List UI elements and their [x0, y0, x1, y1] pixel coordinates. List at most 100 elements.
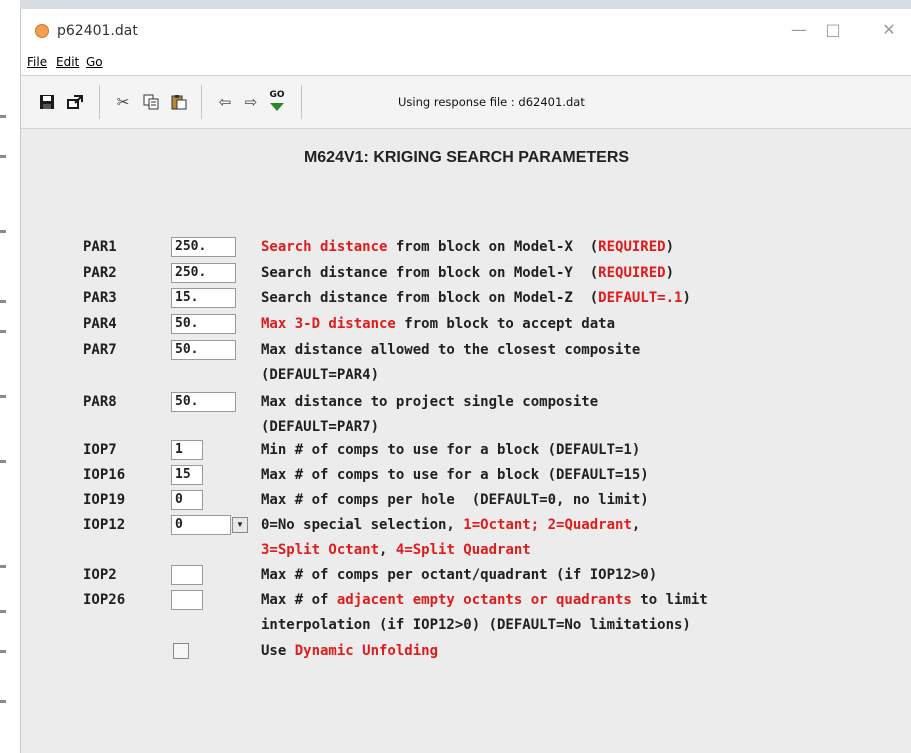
description-segment: Max # of comps per octant/quadrant (if I…: [261, 567, 658, 583]
param-description-par8: Max distance to project single composite: [261, 394, 598, 410]
menu-file[interactable]: File: [27, 55, 47, 69]
description-segment: 3=Split Octant: [261, 542, 380, 558]
description-segment: Min # of comps to use for a block (DEFAU…: [261, 442, 641, 458]
param-description-iop19: Max # of comps per hole (DEFAULT=0, no l…: [261, 492, 649, 508]
description-segment: REQUIRED: [598, 239, 666, 255]
description-segment: ,: [631, 517, 641, 533]
paste-icon[interactable]: [167, 90, 191, 114]
param-input-par8[interactable]: 50.: [171, 392, 236, 412]
param-description-par7: Max distance allowed to the closest comp…: [261, 342, 640, 358]
param-name-par8: PAR8: [83, 394, 117, 410]
param-name-par7: PAR7: [83, 342, 117, 358]
param-name-iop2: IOP2: [83, 567, 117, 583]
description-segment: adjacent empty octants or quadrants: [336, 592, 632, 608]
param-name-par3: PAR3: [83, 290, 117, 306]
param-description-par3: Search distance from block on Model-Z (D…: [261, 290, 691, 306]
forward-arrow-icon[interactable]: ⇨: [239, 90, 263, 114]
param-description-iop26: Max # of adjacent empty octants or quadr…: [261, 592, 708, 608]
description-segment: ): [665, 239, 675, 255]
param-description-line2-par8: (DEFAULT=PAR7): [261, 419, 380, 435]
param-input-iop16[interactable]: 15: [171, 465, 203, 485]
description-segment: 1=Octant; 2=Quadrant: [463, 517, 632, 533]
param-name-iop26: IOP26: [83, 592, 126, 608]
param-name-par4: PAR4: [83, 316, 117, 332]
param-input-iop19[interactable]: 0: [171, 490, 203, 510]
param-description-iop2: Max # of comps per octant/quadrant (if I…: [261, 567, 657, 583]
copy-icon[interactable]: [139, 90, 163, 114]
description-segment: REQUIRED: [598, 265, 666, 281]
dropdown-arrow-icon[interactable]: ▼: [232, 517, 248, 533]
description-segment: to limit: [631, 592, 708, 608]
param-input-par3[interactable]: 15.: [171, 288, 236, 308]
description-segment: Max # of comps per hole (DEFAULT=0, no l…: [261, 492, 649, 508]
param-description-iop12: 0=No special selection, 1=Octant; 2=Quad…: [261, 517, 640, 533]
toolbar-separator: [99, 85, 100, 119]
param-name-iop7: IOP7: [83, 442, 117, 458]
param-description-iop16: Max # of comps to use for a block (DEFAU…: [261, 467, 649, 483]
param-input-iop12[interactable]: 0: [171, 515, 231, 535]
param-input-par7[interactable]: 50.: [171, 340, 236, 360]
description-segment: Search distance from block on Model-Z (: [261, 290, 599, 306]
param-description-par2: Search distance from block on Model-Y (R…: [261, 265, 674, 281]
description-segment: Max # of: [261, 592, 337, 608]
description-segment: ): [665, 265, 675, 281]
description-segment: Max 3-D distance: [261, 316, 396, 332]
param-input-iop7[interactable]: 1: [171, 440, 203, 460]
param-input-par4[interactable]: 50.: [171, 314, 236, 334]
description-segment: Dynamic Unfolding: [294, 643, 439, 659]
minimize-button[interactable]: —: [785, 17, 813, 43]
description-segment: 4=Split Quadrant: [395, 542, 531, 558]
param-input-par1[interactable]: 250.: [171, 237, 236, 257]
description-segment: from block to accept data: [395, 316, 616, 332]
response-file-label: Using response file : d62401.dat: [398, 95, 585, 109]
toolbar-separator: [201, 85, 202, 119]
param-input-iop26[interactable]: [171, 590, 203, 610]
maximize-button[interactable]: □: [819, 17, 847, 43]
param-description-par4: Max 3-D distance from block to accept da…: [261, 316, 615, 332]
param-description-iop7: Min # of comps to use for a block (DEFAU…: [261, 442, 640, 458]
menu-go[interactable]: Go: [86, 55, 103, 69]
description-segment: 0=No special selection,: [261, 517, 464, 533]
close-button[interactable]: ✕: [875, 17, 903, 43]
window-title: p62401.dat: [57, 23, 138, 39]
description-segment: from block on Model-X (: [387, 239, 599, 255]
description-segment: DEFAULT=.1: [598, 290, 683, 306]
param-description-line2-iop12: 3=Split Octant, 4=Split Quadrant: [261, 542, 531, 558]
description-segment: Search distance: [261, 239, 388, 255]
description-segment: ): [682, 290, 691, 306]
param-name-iop12: IOP12: [83, 517, 126, 533]
app-icon: [35, 24, 49, 38]
description-segment: Max distance allowed to the closest comp…: [261, 342, 641, 358]
go-label: GO: [269, 90, 285, 100]
background-window-edge: [0, 0, 20, 753]
param-name-par2: PAR2: [83, 265, 117, 281]
save-icon[interactable]: [35, 90, 59, 114]
param-input-iop2[interactable]: [171, 565, 203, 585]
description-segment: ,: [379, 542, 396, 558]
param-name-par1: PAR1: [83, 239, 117, 255]
param-description-line2-par7: (DEFAULT=PAR4): [261, 367, 380, 383]
description-segment: Search distance from block on Model-Y (: [261, 265, 599, 281]
app-window: p62401.dat — □ ✕ File Edit Go ✂ ⇦ ⇨ GO U: [20, 9, 911, 753]
export-icon[interactable]: [63, 90, 87, 114]
param-name-iop16: IOP16: [83, 467, 126, 483]
param-name-iop19: IOP19: [83, 492, 126, 508]
form-panel: M624V1: KRIGING SEARCH PARAMETERS PAR1 25…: [21, 129, 911, 753]
back-arrow-icon[interactable]: ⇦: [213, 90, 237, 114]
description-segment: Use: [261, 643, 295, 659]
dynamic-unfolding-label: Use Dynamic Unfolding: [261, 643, 438, 659]
param-description-par1: Search distance from block on Model-X (R…: [261, 239, 674, 255]
toolbar: ✂ ⇦ ⇨ GO Using response file : d62401.da…: [21, 75, 911, 129]
go-icon[interactable]: GO: [265, 87, 289, 115]
menu-edit[interactable]: Edit: [56, 55, 79, 69]
param-description-line2-iop26: interpolation (if IOP12>0) (DEFAULT=No l…: [261, 617, 691, 633]
cut-icon[interactable]: ✂: [111, 90, 135, 114]
toolbar-separator: [301, 85, 302, 119]
menu-bar: File Edit Go: [21, 51, 911, 75]
param-input-par2[interactable]: 250.: [171, 263, 236, 283]
dynamic-unfolding-checkbox[interactable]: [173, 643, 189, 659]
page-title: M624V1: KRIGING SEARCH PARAMETERS: [303, 149, 630, 166]
description-segment: Max distance to project single composite: [261, 394, 599, 410]
title-bar: p62401.dat — □ ✕: [21, 9, 911, 51]
description-segment: Max # of comps to use for a block (DEFAU…: [261, 467, 649, 483]
